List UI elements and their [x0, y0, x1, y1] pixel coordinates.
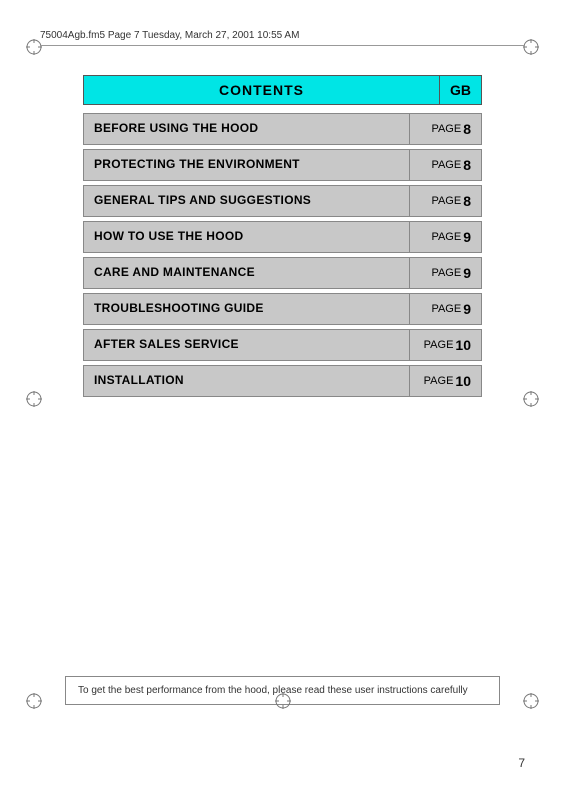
toc-title-installation: INSTALLATION — [84, 366, 409, 396]
toc-page-before-using: PAGE 8 — [409, 114, 481, 144]
page-num: 9 — [463, 301, 471, 317]
toc-title-how-to-use: HOW TO USE THE HOOD — [84, 222, 409, 252]
crosshair-bottom-right — [522, 692, 540, 715]
toc-page-installation: PAGE 10 — [409, 366, 481, 396]
file-info: 75004Agb.fm5 Page 7 Tuesday, March 27, 2… — [40, 30, 299, 41]
contents-gb: GB — [440, 75, 482, 105]
header-bar: 75004Agb.fm5 Page 7 Tuesday, March 27, 2… — [40, 30, 525, 46]
page-word: PAGE — [424, 339, 454, 351]
content-area: CONTENTS GB BEFORE USING THE HOOD PAGE 8… — [83, 75, 482, 401]
toc-page-care: PAGE 9 — [409, 258, 481, 288]
toc-title-after-sales: AFTER SALES SERVICE — [84, 330, 409, 360]
page-word: PAGE — [431, 195, 461, 207]
toc-title-care: CARE AND MAINTENANCE — [84, 258, 409, 288]
toc-page-general-tips: PAGE 8 — [409, 186, 481, 216]
toc-row-care: CARE AND MAINTENANCE PAGE 9 — [83, 257, 482, 289]
page-num: 8 — [463, 193, 471, 209]
crosshair-mid-left — [25, 390, 43, 413]
toc-page-how-to-use: PAGE 9 — [409, 222, 481, 252]
toc-row-after-sales: AFTER SALES SERVICE PAGE 10 — [83, 329, 482, 361]
toc-row-protecting: PROTECTING THE ENVIRONMENT PAGE 8 — [83, 149, 482, 181]
toc-title-protecting: PROTECTING THE ENVIRONMENT — [84, 150, 409, 180]
toc-page-protecting: PAGE 8 — [409, 150, 481, 180]
contents-title: CONTENTS — [83, 75, 440, 105]
page-word: PAGE — [431, 231, 461, 243]
toc-row-troubleshooting: TROUBLESHOOTING GUIDE PAGE 9 — [83, 293, 482, 325]
page-num: 10 — [455, 337, 471, 353]
toc-title-general-tips: GENERAL TIPS AND SUGGESTIONS — [84, 186, 409, 216]
toc-row-installation: INSTALLATION PAGE 10 — [83, 365, 482, 397]
page-number: 7 — [518, 756, 525, 770]
toc-page-after-sales: PAGE 10 — [409, 330, 481, 360]
toc-page-troubleshooting: PAGE 9 — [409, 294, 481, 324]
toc-row-how-to-use: HOW TO USE THE HOOD PAGE 9 — [83, 221, 482, 253]
crosshair-bottom-left — [25, 692, 43, 715]
page-num: 9 — [463, 265, 471, 281]
toc-row-general-tips: GENERAL TIPS AND SUGGESTIONS PAGE 8 — [83, 185, 482, 217]
page-word: PAGE — [431, 159, 461, 171]
toc-title-troubleshooting: TROUBLESHOOTING GUIDE — [84, 294, 409, 324]
page-num: 8 — [463, 121, 471, 137]
page-num: 9 — [463, 229, 471, 245]
page-container: 75004Agb.fm5 Page 7 Tuesday, March 27, 2… — [0, 0, 565, 800]
page-num: 8 — [463, 157, 471, 173]
crosshair-mid-right — [522, 390, 540, 413]
page-word: PAGE — [431, 267, 461, 279]
page-word: PAGE — [431, 303, 461, 315]
page-word: PAGE — [431, 123, 461, 135]
page-num: 10 — [455, 373, 471, 389]
page-word: PAGE — [424, 375, 454, 387]
crosshair-bottom-center — [274, 692, 292, 715]
toc-title-before-using: BEFORE USING THE HOOD — [84, 114, 409, 144]
toc-row-before-using: BEFORE USING THE HOOD PAGE 8 — [83, 113, 482, 145]
contents-header: CONTENTS GB — [83, 75, 482, 105]
